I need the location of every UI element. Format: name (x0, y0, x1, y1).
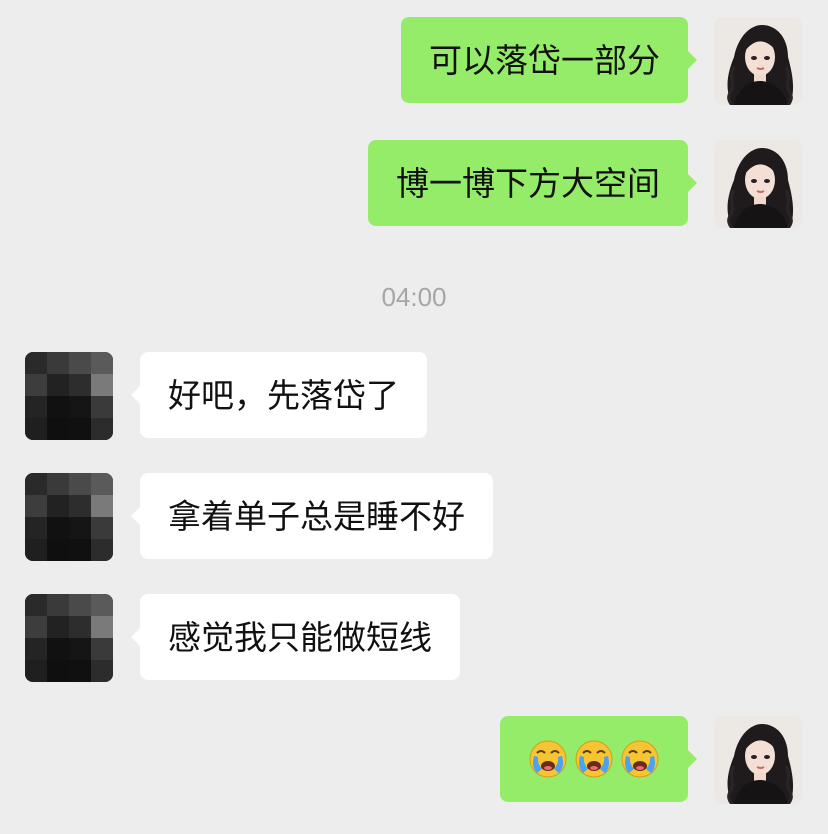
message-bubble-other[interactable]: 感觉我只能做短线 (131, 594, 460, 680)
message-text: 感觉我只能做短线 (168, 617, 432, 657)
message-bubble-self[interactable] (500, 716, 697, 802)
message-bubble-other[interactable]: 拿着单子总是睡不好 (131, 473, 493, 559)
crying-face-icon (574, 739, 614, 779)
chat-timestamp: 04:00 (381, 282, 447, 312)
message-bubble-other[interactable]: 好吧，先落岱了 (131, 352, 427, 438)
avatar[interactable] (714, 140, 802, 228)
anime-girl-avatar-icon (714, 716, 802, 804)
message-text: 好吧，先落岱了 (168, 375, 399, 415)
avatar[interactable] (25, 352, 113, 440)
message-bubble-self[interactable]: 可以落岱一部分 (401, 17, 697, 103)
anime-girl-avatar-icon (714, 17, 802, 105)
crying-face-icon (620, 739, 660, 779)
emoji-row (528, 739, 660, 779)
message-text: 博一博下方大空间 (396, 163, 660, 203)
anime-girl-avatar-icon (714, 140, 802, 228)
message-text: 可以落岱一部分 (429, 40, 660, 80)
message-bubble-self[interactable]: 博一博下方大空间 (368, 140, 697, 226)
avatar[interactable] (714, 17, 802, 105)
avatar[interactable] (25, 594, 113, 682)
pixelated-avatar-icon (25, 352, 113, 440)
pixelated-avatar-icon (25, 594, 113, 682)
crying-face-icon (528, 739, 568, 779)
avatar[interactable] (25, 473, 113, 561)
pixelated-avatar-icon (25, 473, 113, 561)
message-text: 拿着单子总是睡不好 (168, 496, 465, 536)
avatar[interactable] (714, 716, 802, 804)
